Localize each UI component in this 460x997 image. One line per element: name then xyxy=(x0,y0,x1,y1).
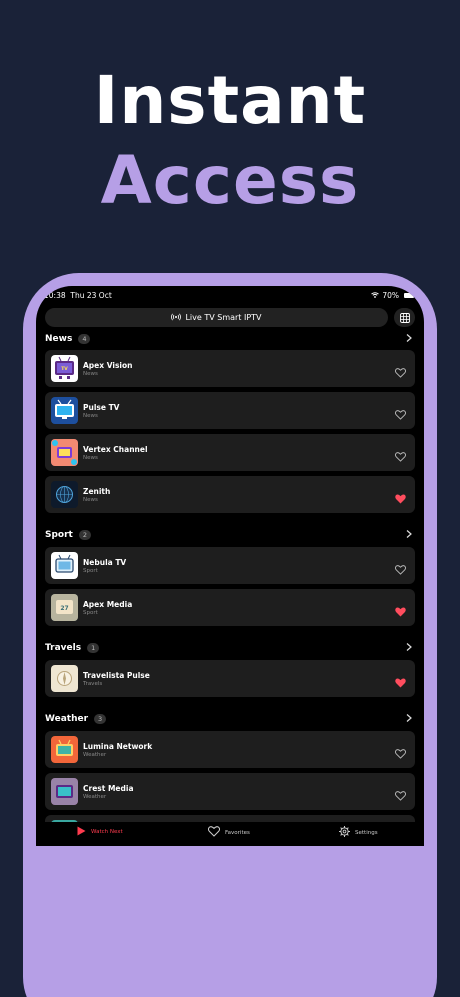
section-count-badge: 1 xyxy=(87,643,100,653)
retro-tv-icon: TV xyxy=(51,355,78,382)
tab-bar: Watch Next Favorites Settings xyxy=(36,822,424,846)
hero-title-line2: Access xyxy=(100,142,360,219)
svg-text:27: 27 xyxy=(60,605,68,612)
channel-row[interactable]: Vertex Channel News xyxy=(45,434,415,471)
globe-tech-icon xyxy=(51,481,78,508)
channel-category: News xyxy=(83,497,98,503)
grid-view-button[interactable] xyxy=(394,308,415,327)
channel-category: Sport xyxy=(83,610,98,616)
channel-category: News xyxy=(83,455,98,461)
tab-favorites-label: Favorites xyxy=(225,829,250,836)
compass-icon xyxy=(51,665,78,692)
heart-outline-icon xyxy=(207,826,221,839)
hero-title-line1: Instant xyxy=(93,62,367,139)
section-count-badge: 3 xyxy=(94,714,107,724)
section-title: Travels xyxy=(45,643,82,653)
channel-category: Travels xyxy=(83,681,103,687)
section-count-badge: 2 xyxy=(78,530,91,540)
channel-row[interactable]: Nebula TV Sport xyxy=(45,547,415,584)
grid-icon xyxy=(399,308,410,327)
channel-row[interactable]: Travelista Pulse Travels xyxy=(45,660,415,697)
channel-row[interactable]: TV Apex Vision News xyxy=(45,350,415,387)
section-title: Sport xyxy=(45,530,73,540)
channel-name: Pulse TV xyxy=(83,403,120,412)
channel-row[interactable]: 27 Apex Media Sport xyxy=(45,589,415,626)
heart-outline-icon[interactable] xyxy=(395,744,406,763)
status-bar: 10:38 Thu 23 Oct 70% xyxy=(36,286,424,304)
broadcast-icon xyxy=(171,313,182,323)
channel-name: Vertex Channel xyxy=(83,445,148,454)
tab-watch-next[interactable]: Watch Next xyxy=(77,826,123,838)
heart-outline-icon[interactable] xyxy=(395,786,406,805)
chevron-right-icon[interactable] xyxy=(406,530,412,541)
tv-screen-icon xyxy=(51,397,78,424)
status-time: 10:38 Thu 23 Oct xyxy=(44,291,112,300)
tab-favorites[interactable]: Favorites xyxy=(207,826,250,839)
channel-name: Nebula TV xyxy=(83,558,127,567)
section-header-sport[interactable]: Sport 2 xyxy=(45,528,415,542)
chevron-right-icon[interactable] xyxy=(406,334,412,345)
orange-tv-icon xyxy=(51,736,78,763)
section-header-travels[interactable]: Travels 1 xyxy=(45,641,415,655)
battery-percent: 70% xyxy=(382,291,399,300)
channel-name: Crest Media xyxy=(83,784,134,793)
tab-settings-label: Settings xyxy=(355,829,378,836)
channel-row[interactable]: Lumina Network Weather xyxy=(45,731,415,768)
gear-icon xyxy=(339,826,350,839)
play-icon xyxy=(77,826,86,838)
channel-category: Weather xyxy=(83,752,107,758)
svg-text:TV: TV xyxy=(61,366,68,372)
channel-name: Apex Vision xyxy=(83,361,133,370)
heart-filled-icon[interactable] xyxy=(395,602,406,621)
battery-icon xyxy=(404,293,414,298)
app-title: Live TV Smart IPTV xyxy=(185,313,262,322)
chevron-right-icon[interactable] xyxy=(406,643,412,654)
app-title-bar[interactable]: Live TV Smart IPTV xyxy=(45,308,388,327)
tv-sketch-icon xyxy=(51,552,78,579)
channel-category: News xyxy=(83,413,98,419)
channel-name: Travelista Pulse xyxy=(83,671,150,680)
channel-row[interactable]: Crest Media Weather xyxy=(45,773,415,810)
channel-row[interactable]: Zenith News xyxy=(45,476,415,513)
status-right: 70% xyxy=(371,291,414,300)
wifi-icon xyxy=(371,291,380,300)
channel-category: News xyxy=(83,371,98,377)
tab-settings[interactable]: Settings xyxy=(339,826,378,839)
device-screen: 10:38 Thu 23 Oct 70% Live TV Smart IPTV … xyxy=(36,286,424,846)
heart-outline-icon[interactable] xyxy=(395,405,406,424)
chevron-right-icon[interactable] xyxy=(406,714,412,725)
colorful-tv-icon xyxy=(51,439,78,466)
heart-filled-icon[interactable] xyxy=(395,489,406,508)
section-title: Weather xyxy=(45,714,89,724)
channel-name: Apex Media xyxy=(83,600,133,609)
section-title: News xyxy=(45,334,73,344)
tv-27-icon: 27 xyxy=(51,594,78,621)
channel-category: Sport xyxy=(83,568,98,574)
channel-category: Weather xyxy=(83,794,107,800)
tab-watch-next-label: Watch Next xyxy=(91,829,123,835)
pink-tv-icon xyxy=(51,778,78,805)
section-header-weather[interactable]: Weather 3 xyxy=(45,712,415,726)
channel-row[interactable]: Pulse TV News xyxy=(45,392,415,429)
channel-name: Lumina Network xyxy=(83,742,153,751)
channel-name: Zenith xyxy=(83,487,111,496)
heart-outline-icon[interactable] xyxy=(395,560,406,579)
heart-filled-icon[interactable] xyxy=(395,673,406,692)
section-count-badge: 4 xyxy=(78,334,91,344)
heart-outline-icon[interactable] xyxy=(395,447,406,466)
heart-outline-icon[interactable] xyxy=(395,363,406,382)
section-header-news[interactable]: News 4 xyxy=(45,332,415,346)
